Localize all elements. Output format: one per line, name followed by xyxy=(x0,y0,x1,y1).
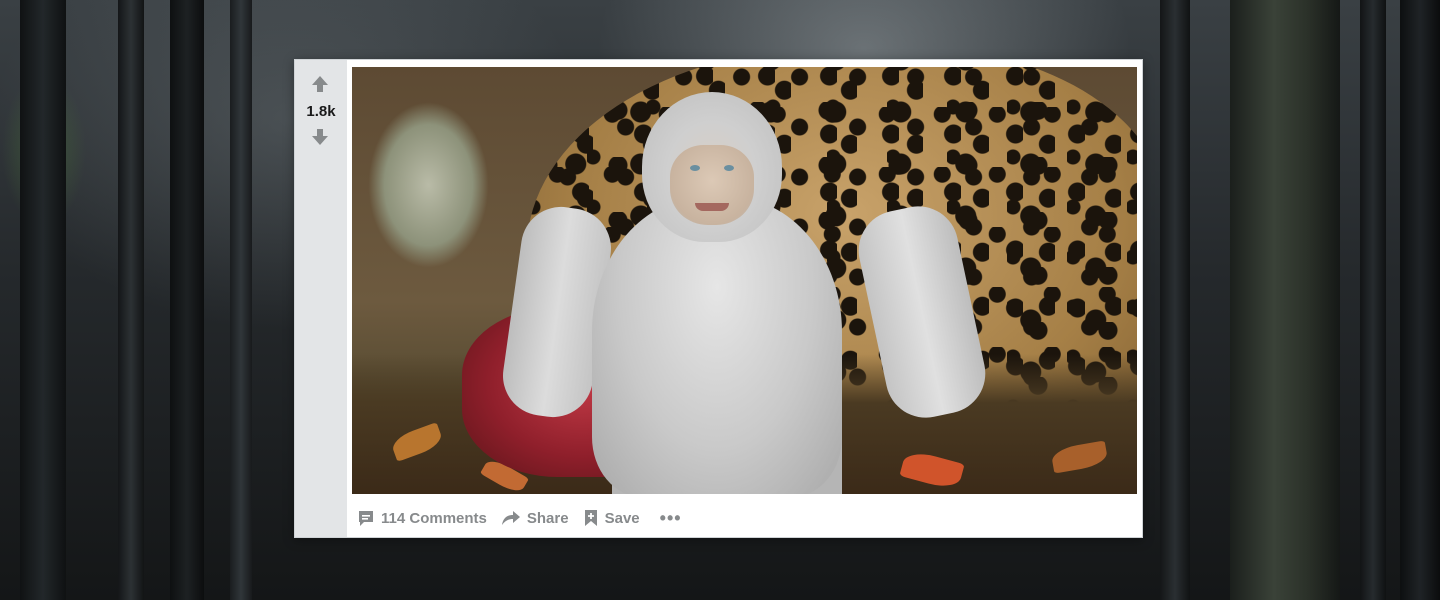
upvote-button[interactable] xyxy=(310,74,330,94)
yeti-eye xyxy=(724,165,734,171)
tree-trunk xyxy=(1360,0,1386,600)
comments-label: 114 Comments xyxy=(381,509,487,527)
more-options-button[interactable]: ••• xyxy=(660,508,682,529)
vote-bar: 1.8k xyxy=(295,60,347,537)
tree-trunk xyxy=(20,0,66,600)
comment-icon xyxy=(357,509,375,527)
tree-trunk xyxy=(1400,0,1440,600)
save-button[interactable]: Save xyxy=(583,509,640,527)
bookmark-icon xyxy=(583,509,599,527)
more-icon: ••• xyxy=(659,507,682,528)
post-actions: 114 Comments Share Save ••• xyxy=(357,506,682,530)
comments-button[interactable]: 114 Comments xyxy=(357,509,487,527)
tree-trunk xyxy=(170,0,204,600)
save-label: Save xyxy=(604,509,640,527)
downvote-button[interactable] xyxy=(310,127,330,147)
tree-trunk xyxy=(1230,0,1340,600)
tree-trunk xyxy=(1160,0,1190,600)
rock xyxy=(352,77,522,317)
yeti-face xyxy=(670,145,754,225)
share-icon xyxy=(501,509,521,527)
tree-trunk xyxy=(118,0,144,600)
arrow-down-icon xyxy=(312,129,328,145)
tree-trunk xyxy=(230,0,252,600)
post-card: 1.8k 114 Comments Share Save ••• xyxy=(294,59,1143,538)
post-image[interactable] xyxy=(352,67,1137,494)
arrow-up-icon xyxy=(312,76,328,92)
vote-count: 1.8k xyxy=(306,103,336,120)
share-button[interactable]: Share xyxy=(501,509,569,527)
yeti-eye xyxy=(690,165,700,171)
share-label: Share xyxy=(526,509,569,527)
yeti-mouth xyxy=(695,203,729,211)
